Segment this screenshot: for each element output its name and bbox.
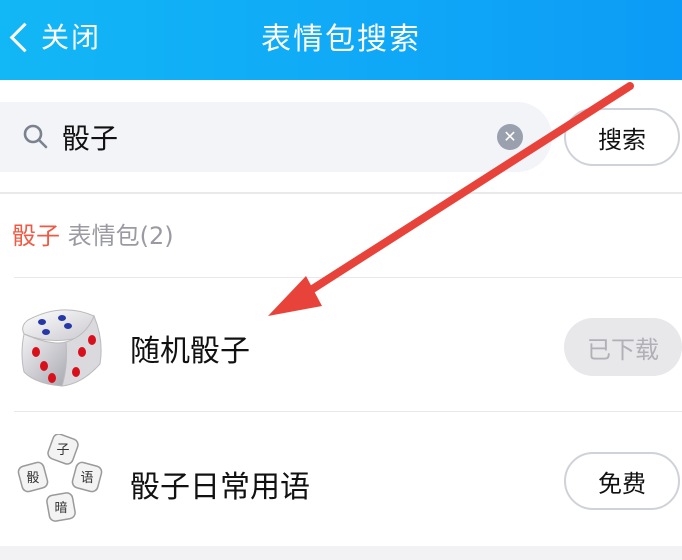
app-header: 关闭 表情包搜索 [0,0,682,80]
search-box: ✕ [0,102,552,172]
dice-icon [21,309,102,387]
results-keyword: 骰子 [12,222,60,250]
results-count-label: 表情包(2) [60,222,174,250]
item-name: 随机骰子 [130,334,250,369]
free-button[interactable]: 免费 [564,452,680,510]
search-row: ✕ 搜索 [0,80,682,192]
page-title: 表情包搜索 [261,22,421,57]
search-icon [23,124,48,149]
text-dice-icon: 子 骰 语 暗 [17,434,103,522]
svg-text:暗: 暗 [54,501,67,516]
downloaded-button: 已下载 [564,318,682,376]
svg-text:子: 子 [56,443,69,458]
svg-text:语: 语 [80,471,93,486]
bottom-strip [0,546,682,560]
divider [0,192,682,194]
item-name: 骰子日常用语 [130,470,310,505]
svg-text:骰: 骰 [26,471,39,486]
list-item[interactable]: 子 骰 语 暗 骰子日常用语 免费 [0,412,682,546]
results-heading: 骰子 表情包(2) [12,216,174,251]
clear-icon[interactable]: ✕ [497,124,523,150]
search-button[interactable]: 搜索 [564,108,680,166]
search-input[interactable] [62,114,482,160]
list-item[interactable]: 随机骰子 已下载 [0,278,682,412]
